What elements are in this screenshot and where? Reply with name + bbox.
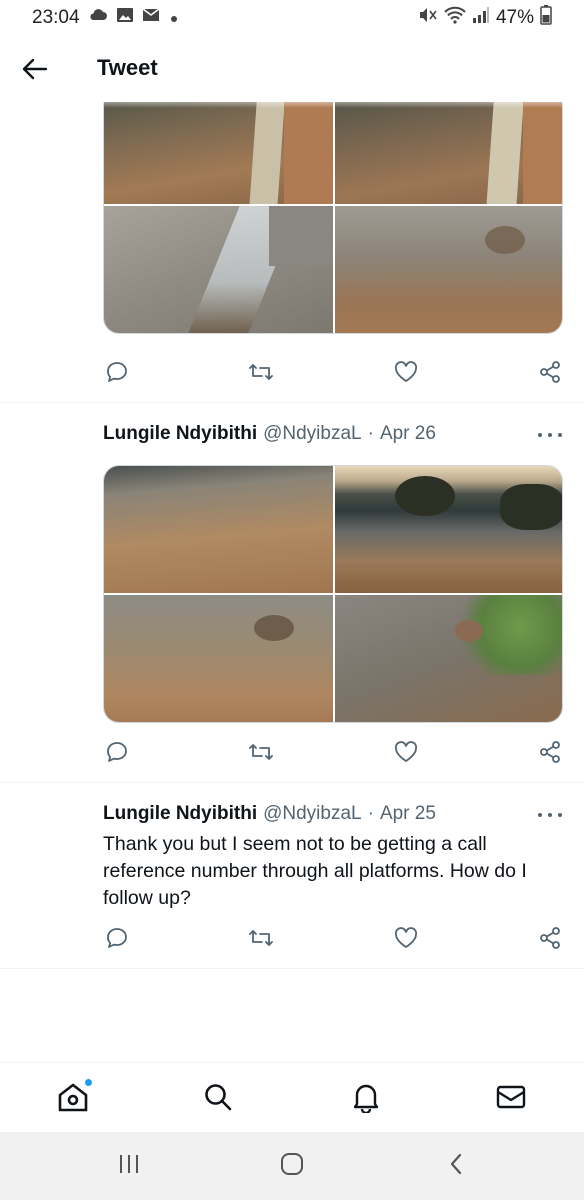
media-photo[interactable]	[335, 206, 562, 333]
share-icon	[538, 926, 562, 955]
nav-home[interactable]	[55, 1077, 93, 1117]
header: Tweet	[0, 36, 584, 102]
nav-notifications[interactable]	[348, 1081, 384, 1117]
status-right: 47%	[418, 5, 552, 31]
media-grid[interactable]	[103, 465, 563, 723]
reply-icon	[105, 740, 129, 769]
media-photo[interactable]	[104, 595, 333, 722]
tweet-feed[interactable]: Lungile Ndyibithi @NdyibzaL · Apr 26 Lun…	[0, 76, 584, 969]
separator: ·	[367, 803, 374, 824]
android-nav-bar	[0, 1132, 584, 1200]
recents-icon	[117, 1153, 141, 1180]
tweet-actions	[103, 360, 563, 388]
dot-icon	[538, 813, 542, 817]
media-photo[interactable]	[335, 595, 562, 722]
tweet[interactable]: Lungile Ndyibithi @NdyibzaL · Apr 26	[0, 403, 584, 783]
author-name[interactable]: Lungile Ndyibithi	[103, 803, 257, 825]
battery-icon	[540, 5, 552, 31]
dot-icon	[548, 813, 552, 817]
retweet-icon	[248, 361, 274, 388]
share-button[interactable]	[536, 740, 564, 768]
nav-messages[interactable]	[493, 1081, 529, 1117]
media-grid[interactable]	[103, 76, 563, 334]
reply-button[interactable]	[103, 926, 131, 954]
media-photo[interactable]	[335, 466, 562, 593]
recents-button[interactable]	[114, 1154, 144, 1178]
reply-icon	[105, 360, 129, 389]
tweet-actions	[103, 926, 563, 954]
tweet-date[interactable]: Apr 26	[380, 423, 436, 445]
status-left: 23:04	[32, 7, 178, 29]
android-back-button[interactable]	[441, 1152, 471, 1181]
retweet-icon	[248, 741, 274, 768]
search-icon	[203, 1082, 233, 1117]
author-handle[interactable]: @NdyibzaL	[263, 423, 362, 445]
arrow-left-icon	[22, 58, 48, 85]
gallery-icon	[116, 7, 134, 29]
mute-icon	[418, 6, 438, 30]
tweet-date[interactable]: Apr 25	[380, 803, 436, 825]
like-icon	[394, 740, 418, 768]
more-options-button[interactable]	[538, 810, 562, 820]
page-title: Tweet	[97, 55, 158, 80]
retweet-button[interactable]	[247, 740, 275, 768]
like-icon	[394, 360, 418, 388]
tweet[interactable]	[0, 76, 584, 403]
tweet-header: Lungile Ndyibithi @NdyibzaL · Apr 25	[103, 803, 436, 825]
tweet-text: Thank you but I seem not to be getting a…	[103, 833, 527, 909]
share-icon	[538, 740, 562, 769]
separator: ·	[367, 423, 374, 444]
tweet-actions	[103, 740, 563, 768]
tweet[interactable]: Lungile Ndyibithi @NdyibzaL · Apr 25 Tha…	[0, 783, 584, 969]
like-icon	[394, 926, 418, 954]
clock: 23:04	[32, 7, 80, 28]
home-icon	[57, 1077, 93, 1117]
author-handle[interactable]: @NdyibzaL	[263, 803, 362, 825]
dot-icon	[558, 433, 562, 437]
bottom-nav	[0, 1062, 584, 1132]
mail-icon	[142, 7, 162, 29]
battery-text: 47%	[495, 7, 534, 28]
back-icon	[448, 1152, 464, 1181]
reply-button[interactable]	[103, 740, 131, 768]
signal-icon	[472, 6, 490, 30]
wifi-icon	[444, 6, 466, 30]
share-button[interactable]	[536, 360, 564, 388]
nav-search[interactable]	[200, 1081, 236, 1117]
dot-icon	[558, 813, 562, 817]
like-button[interactable]	[392, 740, 420, 768]
like-button[interactable]	[392, 360, 420, 388]
dot-icon	[538, 433, 542, 437]
reply-icon	[105, 926, 129, 955]
dot-icon	[548, 433, 552, 437]
notifications-icon	[351, 1081, 381, 1118]
messages-icon	[495, 1083, 527, 1116]
share-button[interactable]	[536, 926, 564, 954]
back-button[interactable]	[18, 54, 52, 88]
retweet-button[interactable]	[247, 926, 275, 954]
share-icon	[538, 360, 562, 389]
status-bar: 23:04 47%	[0, 0, 584, 36]
cloud-icon	[88, 7, 108, 29]
dot-icon	[170, 7, 178, 29]
reply-button[interactable]	[103, 360, 131, 388]
notification-badge	[84, 1077, 93, 1087]
media-photo[interactable]	[104, 206, 333, 333]
media-photo[interactable]	[104, 466, 333, 593]
retweet-icon	[248, 927, 274, 954]
author-name[interactable]: Lungile Ndyibithi	[103, 423, 257, 445]
tweet-header: Lungile Ndyibithi @NdyibzaL · Apr 26	[103, 423, 436, 445]
retweet-button[interactable]	[247, 360, 275, 388]
like-button[interactable]	[392, 926, 420, 954]
home-icon	[279, 1151, 305, 1182]
android-home-button[interactable]	[277, 1152, 307, 1178]
more-options-button[interactable]	[538, 430, 562, 440]
